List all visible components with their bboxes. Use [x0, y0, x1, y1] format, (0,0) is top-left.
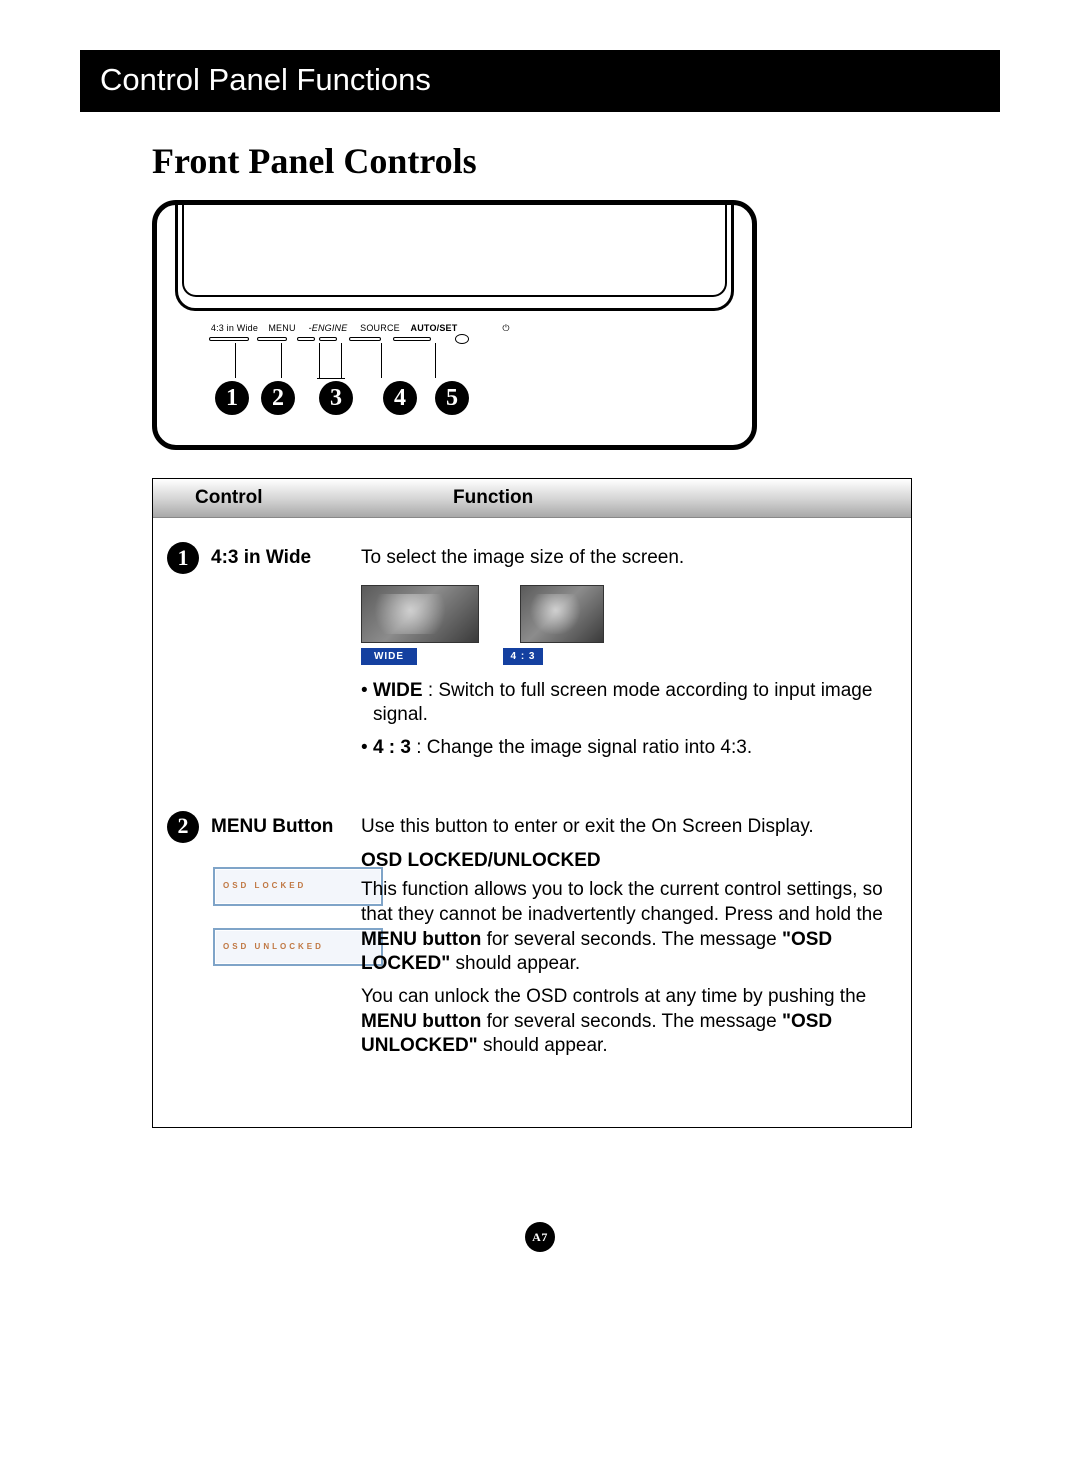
callout-1: 1	[215, 381, 249, 415]
section-title: Control Panel Functions	[100, 62, 431, 97]
callout-4: 4	[383, 381, 417, 415]
control-name: 4:3 in Wide	[211, 542, 361, 769]
callout-3: 3	[319, 381, 353, 415]
thumb-wide-image	[361, 585, 479, 643]
label-menu: MENU	[262, 323, 302, 334]
aspect-bullets: • WIDE : Switch to full screen mode acco…	[361, 679, 883, 761]
osd-subheading: OSD LOCKED/UNLOCKED	[361, 849, 883, 874]
label-43-in-wide: 4:3 in Wide	[207, 323, 262, 334]
front-panel-diagram: 4:3 in Wide MENU -ENGINE SOURCE AUTO/SET…	[152, 200, 757, 450]
osd-para-1: This function allows you to lock the cur…	[361, 878, 883, 977]
thumb-4-3-image	[520, 585, 604, 643]
thumb-wide: WIDE	[361, 585, 479, 665]
function-lead: To select the image size of the screen.	[361, 546, 883, 571]
thumb-wide-chip: WIDE	[361, 648, 417, 665]
diagram-button-labels: 4:3 in Wide MENU -ENGINE SOURCE AUTO/SET…	[197, 323, 712, 334]
osd-locked-box: OSD LOCKED	[213, 867, 383, 905]
osd-para-2: You can unlock the OSD controls at any t…	[361, 985, 883, 1059]
controls-table: Control Function 1 4:3 in Wide To select…	[152, 478, 912, 1128]
control-name: MENU Button	[211, 815, 361, 840]
bullet-4-3: • 4 : 3 : Change the image signal ratio …	[361, 736, 883, 761]
diagram-callout-numbers: 1 2 3 4 5	[215, 381, 469, 415]
table-row: 1 4:3 in Wide To select the image size o…	[153, 518, 911, 769]
label-source: SOURCE	[354, 323, 406, 334]
table-header: Control Function	[153, 479, 911, 518]
label-auto-set: AUTO/SET	[406, 323, 462, 334]
power-icon: ⏻	[486, 323, 526, 334]
label-f-engine: -ENGINE	[302, 323, 354, 334]
row-number-badge: 2	[167, 811, 199, 843]
osd-message-previews: OSD LOCKED OSD UNLOCKED	[213, 867, 383, 966]
power-button-icon	[455, 334, 469, 344]
col-function: Function	[383, 487, 911, 509]
thumb-4-3-chip: 4 : 3	[503, 648, 543, 665]
osd-unlocked-box: OSD UNLOCKED	[213, 928, 383, 966]
callout-5: 5	[435, 381, 469, 415]
page-number: A7	[525, 1222, 555, 1252]
page-heading: Front Panel Controls	[152, 140, 1000, 182]
section-title-bar: Control Panel Functions	[80, 50, 1000, 112]
table-row: 2 MENU Button OSD LOCKED OSD UNLOCKED Us…	[153, 769, 911, 1067]
callout-2: 2	[261, 381, 295, 415]
col-control: Control	[153, 487, 383, 509]
row-number-badge: 1	[167, 542, 199, 574]
monitor-inner-outline	[182, 201, 727, 297]
aspect-thumbnails: WIDE 4 : 3	[361, 585, 883, 665]
bullet-wide: • WIDE : Switch to full screen mode acco…	[361, 679, 883, 728]
function-lead: Use this button to enter or exit the On …	[361, 815, 883, 840]
thumb-4-3: 4 : 3	[503, 585, 621, 665]
